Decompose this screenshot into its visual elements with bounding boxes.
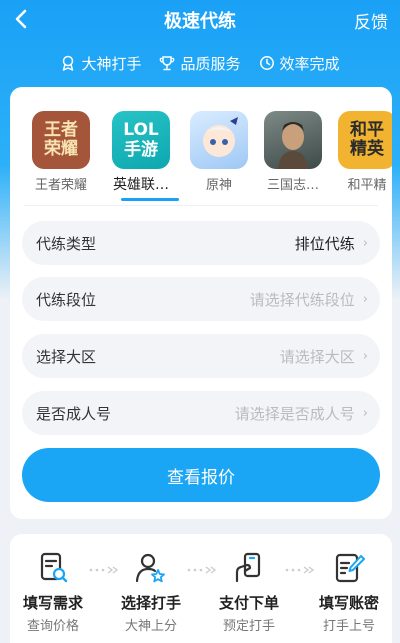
chevron-right-icon: › xyxy=(362,235,368,251)
selected-game-indicator xyxy=(121,198,179,201)
step-title: 支付下单 xyxy=(218,594,279,612)
game-selector: 王者荣耀 王者荣耀 LOL手游 英雄联… 原神 三国志… 和平精英 和平精 xyxy=(10,87,392,202)
field-label: 选择大区 xyxy=(36,347,97,366)
feature-label: 品质服务 xyxy=(180,54,241,73)
feedback-button[interactable]: 反馈 xyxy=(354,8,388,33)
step-subtitle: 大神上分 xyxy=(124,619,177,634)
step-subtitle: 预定打手 xyxy=(222,619,275,634)
step-subtitle: 打手上号 xyxy=(322,619,375,634)
genshin-character-icon xyxy=(190,111,248,169)
game-icon-text: LOL手游 xyxy=(123,120,159,160)
field-label: 代练段位 xyxy=(36,290,97,309)
boost-type-select[interactable]: 代练类型 排位代练 › xyxy=(22,221,380,265)
step-choose-player: 选择打手 大神上分 xyxy=(108,550,194,634)
honor-of-kings-logo-icon: 王者荣耀 xyxy=(32,111,90,169)
document-search-icon xyxy=(40,552,68,583)
step-title: 填写需求 xyxy=(22,594,83,612)
game-label: 原神 xyxy=(205,178,232,193)
feature-strip: 大神打手 品质服务 效率完成 xyxy=(0,50,400,76)
feature-label: 效率完成 xyxy=(279,54,340,73)
step-fill-requirements: 填写需求 查询价格 xyxy=(10,550,96,634)
region-select[interactable]: 选择大区 请选择大区 › xyxy=(22,334,380,378)
field-placeholder: 请选择是否成人号 xyxy=(234,404,355,423)
chevron-left-icon xyxy=(15,9,27,29)
game-label: 英雄联… xyxy=(113,177,169,193)
field-placeholder: 请选择大区 xyxy=(279,347,355,366)
view-quote-button[interactable]: 查看报价 xyxy=(22,448,380,502)
game-label: 王者荣耀 xyxy=(34,178,87,193)
game-label: 三国志… xyxy=(266,178,319,193)
field-value: 排位代练 xyxy=(294,234,355,253)
step-title: 填写账密 xyxy=(318,594,379,612)
divider xyxy=(24,205,378,206)
chevron-right-icon: › xyxy=(362,348,368,364)
user-star-icon xyxy=(135,553,165,583)
field-placeholder: 请选择代练段位 xyxy=(249,290,355,309)
game-item-lol-mobile[interactable]: LOL手游 英雄联… xyxy=(108,111,174,194)
order-card: 王者荣耀 王者荣耀 LOL手游 英雄联… 原神 三国志… 和平精英 和平精 代练… xyxy=(10,87,392,519)
chevron-right-icon: › xyxy=(362,405,368,421)
game-item-peace-elite[interactable]: 和平精英 和平精 xyxy=(334,111,392,193)
boost-rank-select[interactable]: 代练段位 请选择代练段位 › xyxy=(22,277,380,321)
peace-elite-logo-icon: 和平精英 xyxy=(338,111,392,169)
game-icon-text: 王者荣耀 xyxy=(44,120,78,159)
three-kingdoms-character-icon xyxy=(264,111,322,169)
chevron-right-icon: › xyxy=(362,291,368,307)
step-pay-order: 支付下单 预定打手 xyxy=(206,550,292,634)
feature-label: 大神打手 xyxy=(81,54,142,73)
phone-payment-icon xyxy=(235,552,261,583)
game-item-three-kingdoms[interactable]: 三国志… xyxy=(260,111,326,193)
lol-mobile-logo-icon: LOL手游 xyxy=(112,111,170,169)
process-steps: 填写需求 查询价格 选择打手 大神上分 支付下单 预定打手 填写账密 打手上号 xyxy=(10,534,392,643)
document-edit-icon xyxy=(335,553,365,583)
top-bar: 极速代练 反馈 xyxy=(0,0,400,40)
feature-expert-players: 大神打手 xyxy=(60,53,141,74)
game-item-genshin[interactable]: 原神 xyxy=(186,111,252,193)
game-icon-text: 和平精英 xyxy=(350,120,384,159)
feature-efficient-completion: 效率完成 xyxy=(259,53,340,74)
trophy-icon xyxy=(160,56,175,71)
page-title: 极速代练 xyxy=(164,11,236,32)
clock-icon xyxy=(259,56,274,70)
feature-quality-service: 品质服务 xyxy=(159,53,241,74)
step-title: 选择打手 xyxy=(120,594,181,612)
step-fill-account: 填写账密 打手上号 xyxy=(306,550,392,634)
game-label: 和平精 xyxy=(347,178,387,193)
medal-icon xyxy=(63,55,74,71)
adult-account-select[interactable]: 是否成人号 请选择是否成人号 › xyxy=(22,391,380,435)
field-label: 代练类型 xyxy=(36,234,97,253)
field-label: 是否成人号 xyxy=(36,404,112,423)
game-item-honor-of-kings[interactable]: 王者荣耀 王者荣耀 xyxy=(28,111,94,193)
step-subtitle: 查询价格 xyxy=(26,619,79,634)
back-button[interactable] xyxy=(10,8,32,30)
